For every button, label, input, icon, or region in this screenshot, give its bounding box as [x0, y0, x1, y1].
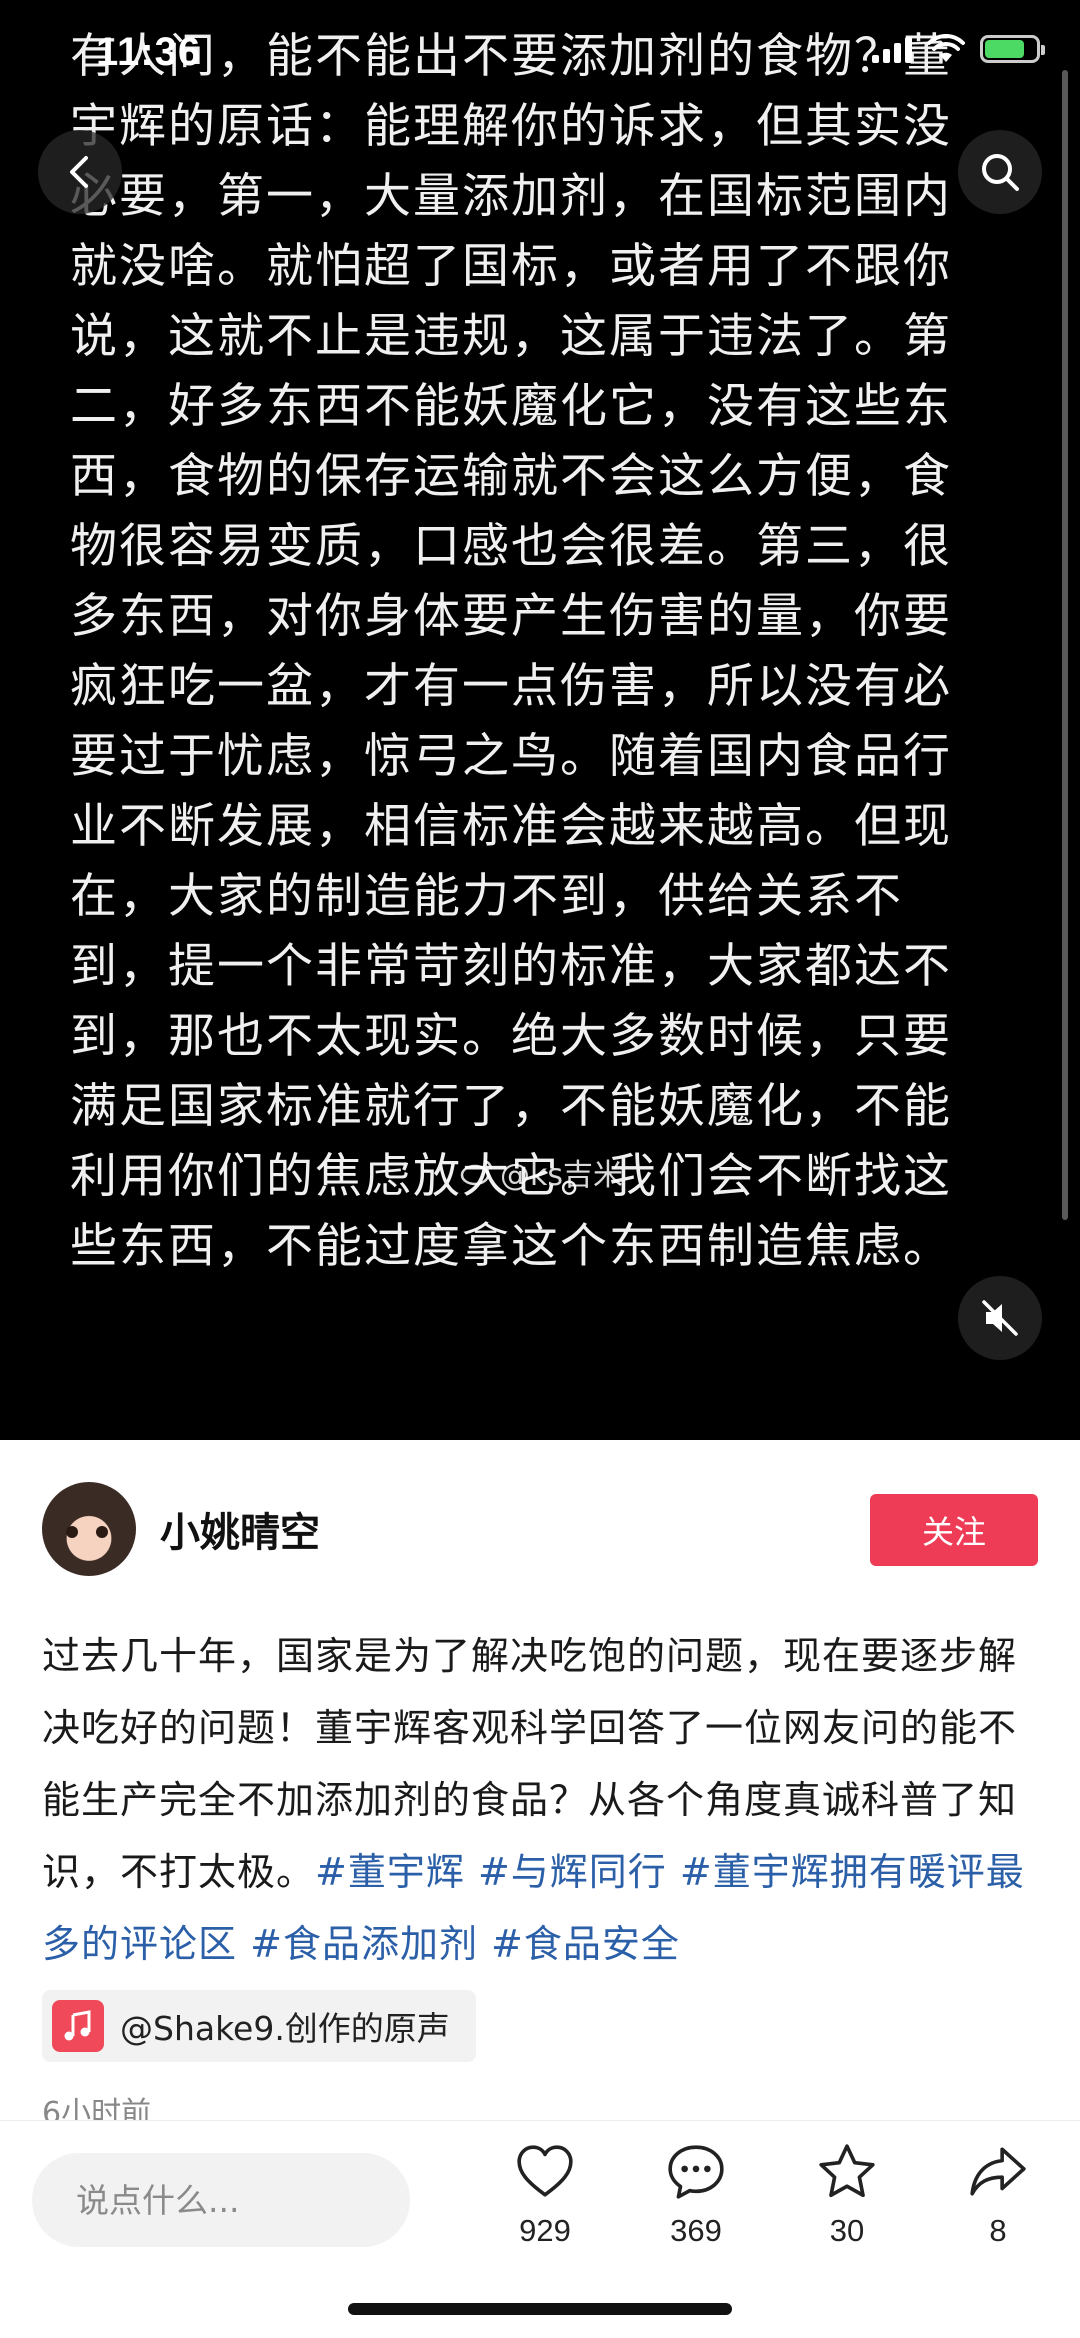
comment-input[interactable] — [32, 2153, 410, 2247]
battery-icon — [980, 35, 1045, 63]
comment-bubble-icon — [668, 2145, 724, 2199]
video-caption-text: 有人问，能不能出不要添加剂的食物？董宇辉的原话：能理解你的诉求，但其实没必要，第… — [70, 29, 952, 1274]
hashtag-link[interactable]: #食品安全 — [491, 1922, 680, 1966]
hashtag-link[interactable]: #与辉同行 — [478, 1850, 667, 1894]
video-watermark: @ks吉米 — [460, 1150, 623, 1194]
follow-button[interactable]: 关注 — [870, 1494, 1038, 1566]
weibo-icon — [460, 1159, 493, 1186]
heart-icon — [517, 2145, 573, 2197]
music-note-icon — [52, 2000, 104, 2052]
favorite-count: 30 — [829, 2213, 865, 2248]
share-button[interactable]: 8 — [938, 2141, 1058, 2249]
wifi-icon — [927, 34, 965, 62]
video-player[interactable]: 有人问，能不能出不要添加剂的食物？董宇辉的原话：能理解你的诉求，但其实没必要，第… — [0, 0, 1080, 1440]
search-button[interactable] — [958, 130, 1042, 214]
hashtag-link[interactable]: #食品添加剂 — [250, 1922, 478, 1966]
home-indicator — [348, 2303, 732, 2315]
star-icon — [819, 2144, 875, 2198]
status-icons — [872, 34, 1045, 64]
bottom-action-bar: 929 369 30 8 — [0, 2120, 1080, 2338]
like-button[interactable]: 929 — [485, 2141, 605, 2249]
comment-button[interactable]: 369 — [636, 2141, 756, 2249]
favorite-button[interactable]: 30 — [787, 2141, 907, 2249]
music-label: @Shake9.创作的原声 — [120, 2009, 450, 2048]
comment-count: 369 — [670, 2213, 722, 2248]
scroll-indicator — [1062, 70, 1068, 1220]
author-name[interactable]: 小姚晴空 — [160, 1500, 320, 1558]
cellular-signal-icon — [872, 35, 912, 63]
search-icon — [982, 154, 1019, 191]
like-count: 929 — [519, 2213, 571, 2248]
speaker-muted-icon — [982, 1300, 1018, 1336]
watermark-text: @ks吉米 — [500, 1158, 624, 1193]
music-chip[interactable]: @Shake9.创作的原声 — [42, 1990, 476, 2062]
post-description: 过去几十年，国家是为了解决吃饱的问题，现在要逐步解决吃好的问题！董宇辉客观科学回… — [42, 1620, 1042, 1980]
chevron-left-icon — [70, 156, 88, 188]
back-button[interactable] — [38, 130, 122, 214]
hashtag-link[interactable]: #董宇辉 — [315, 1850, 465, 1894]
avatar[interactable] — [42, 1482, 136, 1576]
share-arrow-icon — [970, 2147, 1026, 2196]
mute-button[interactable] — [958, 1276, 1042, 1360]
status-time: 11:36 — [96, 30, 202, 74]
share-count: 8 — [989, 2213, 1007, 2248]
author-row: 小姚晴空 — [42, 1482, 320, 1576]
